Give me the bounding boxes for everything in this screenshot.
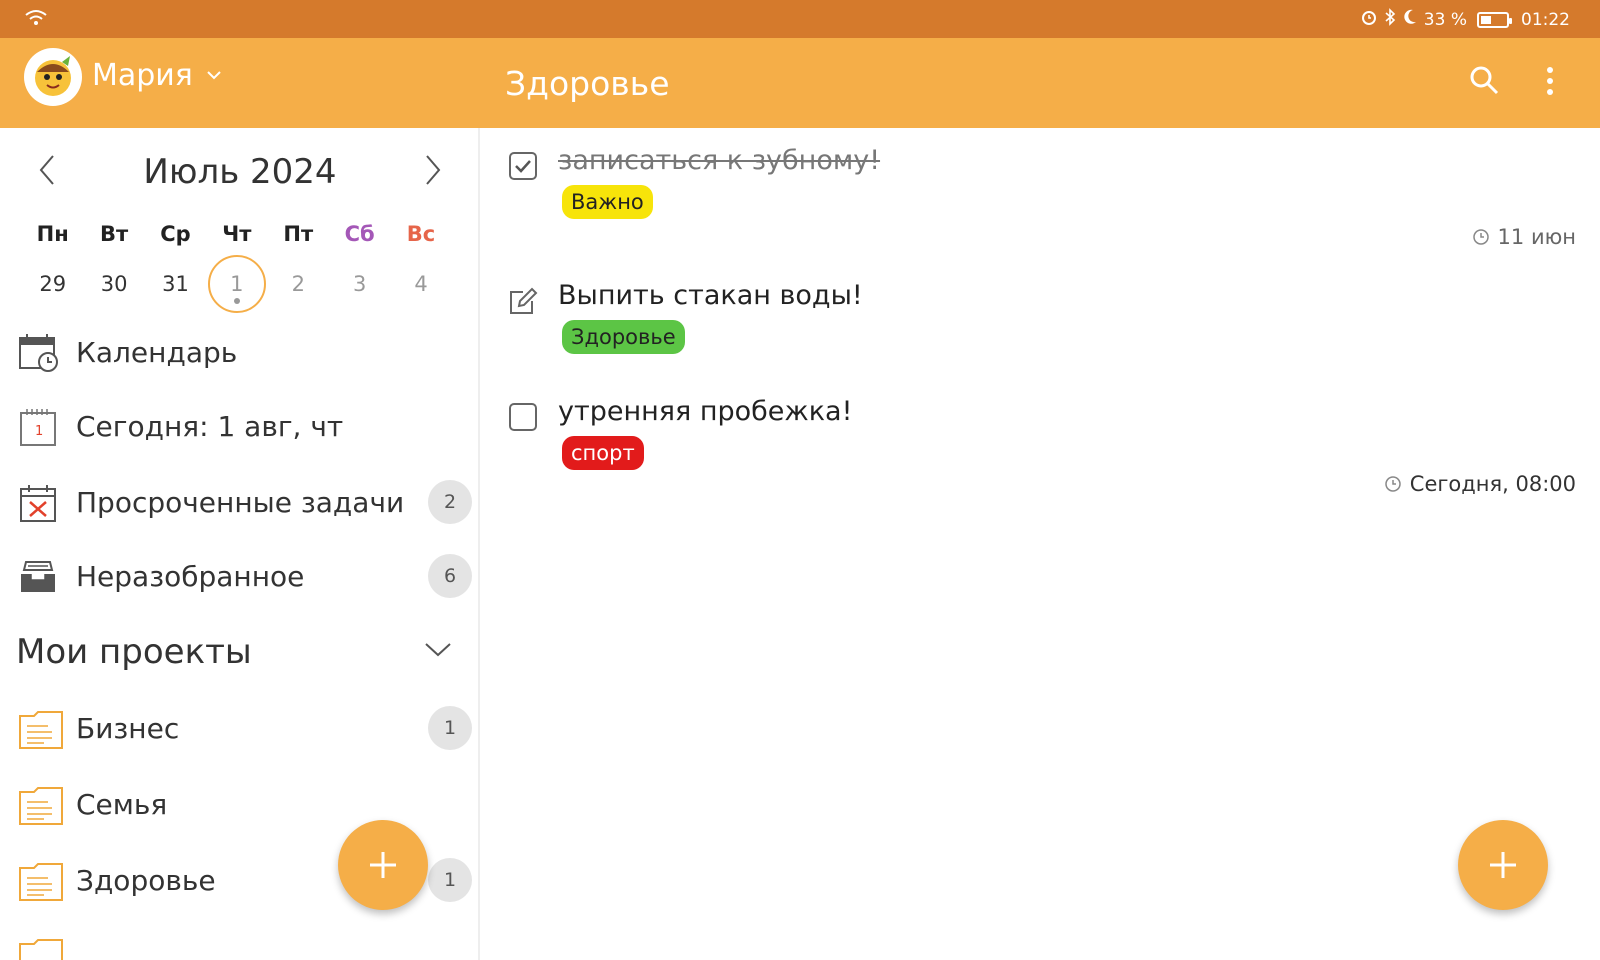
plus-icon (370, 852, 396, 878)
project-label: Бизнес (76, 712, 180, 745)
count-badge: 1 (428, 858, 472, 902)
task-date: Сегодня, 08:00 (1384, 472, 1576, 496)
task-date-text: Сегодня, 08:00 (1409, 472, 1576, 496)
calendar-day[interactable]: 29 (22, 268, 83, 308)
task-item[interactable]: записаться к зубному! Важно 11 июн (480, 145, 1600, 255)
task-title: Выпить стакан воды! (558, 280, 863, 311)
project-item-business[interactable]: Бизнес 1 (0, 696, 478, 766)
clock-icon (1385, 476, 1401, 492)
folder-icon (18, 860, 63, 902)
task-tag: спорт (562, 436, 644, 470)
calendar-header: Июль 2024 (0, 148, 478, 198)
count-badge: 1 (428, 706, 472, 750)
weekday-label: Ср (160, 222, 191, 246)
task-tag: Важно (562, 185, 653, 219)
alarm-icon (1360, 8, 1378, 31)
nav-item-label: Сегодня: 1 авг, чт (76, 410, 344, 443)
chevron-right-icon[interactable] (424, 154, 442, 190)
calendar-day[interactable]: 31 (145, 268, 206, 308)
task-item[interactable]: утренняя пробежка! спорт Сегодня, 08:00 (480, 396, 1600, 506)
page-title: Здоровье (505, 64, 670, 103)
bluetooth-icon (1384, 8, 1396, 31)
plus-icon (1490, 852, 1516, 878)
task-title: записаться к зубному! (558, 145, 881, 176)
add-task-button-sidebar[interactable] (338, 820, 428, 910)
folder-icon (18, 784, 63, 826)
task-item[interactable]: Выпить стакан воды! Здоровье (480, 280, 1600, 360)
nav-item-today[interactable]: 1 Сегодня: 1 авг, чт (0, 394, 478, 464)
status-bar: 33 % 01:22 (0, 0, 1600, 38)
user-name[interactable]: Мария (92, 58, 193, 93)
calendar-day-selected[interactable]: 1 (206, 255, 267, 313)
week-days-row: 29 30 31 1 2 3 4 (22, 255, 452, 313)
count-badge: 2 (428, 480, 472, 524)
battery-icon (1477, 11, 1512, 28)
moon-icon (1402, 8, 1418, 31)
project-label: Семья (76, 788, 168, 821)
task-date-text: 11 июн (1497, 225, 1576, 249)
add-task-button[interactable] (1458, 820, 1548, 910)
clock-time: 01:22 (1521, 9, 1570, 30)
nav-item-calendar[interactable]: Календарь (0, 320, 478, 390)
weekday-label: Вс (406, 222, 436, 246)
wifi-icon (24, 9, 48, 31)
calendar-month-title: Июль 2024 (143, 152, 337, 192)
weekday-label: Вт (99, 222, 129, 246)
checkbox-icon[interactable] (508, 402, 538, 436)
chevron-down-icon[interactable] (424, 642, 452, 662)
task-date: 11 июн (1472, 225, 1576, 249)
search-icon[interactable] (1468, 64, 1500, 100)
count-badge: 6 (428, 554, 472, 598)
projects-section-title[interactable]: Мои проекты (16, 632, 252, 672)
folder-icon (18, 936, 63, 960)
calendar-overdue-icon (18, 482, 60, 524)
nav-item-overdue[interactable]: Просроченные задачи 2 (0, 470, 478, 540)
task-title: утренняя пробежка! (558, 396, 853, 427)
weekday-row: Пн Вт Ср Чт Пт Сб Вс (22, 222, 452, 246)
sidebar: Июль 2024 Пн Вт Ср Чт Пт Сб Вс 29 30 31 … (0, 128, 480, 960)
chevron-down-icon[interactable] (206, 66, 222, 85)
avatar[interactable] (24, 48, 82, 106)
clock-icon (1472, 229, 1489, 245)
inbox-tray-icon (18, 556, 60, 598)
today-icon-number: 1 (35, 424, 44, 439)
calendar-clock-icon (18, 332, 60, 374)
app-bar: Мария Здоровье (0, 38, 1600, 128)
project-item-partial[interactable] (0, 924, 478, 960)
folder-icon (18, 708, 63, 750)
calendar-day[interactable]: 3 (329, 268, 390, 308)
calendar-day[interactable]: 30 (83, 268, 144, 308)
weekday-label: Пт (283, 222, 314, 246)
calendar-day[interactable]: 4 (390, 268, 451, 308)
checkbox-checked-icon[interactable] (508, 151, 538, 185)
more-options-icon[interactable] (1545, 66, 1555, 100)
nav-item-label: Календарь (76, 336, 238, 369)
weekday-label: Пн (36, 222, 69, 246)
nav-item-inbox[interactable]: Неразобранное 6 (0, 544, 478, 614)
battery-percent: 33 % (1423, 9, 1467, 30)
weekday-label: Чт (222, 222, 252, 246)
weekday-label: Сб (344, 222, 375, 246)
nav-item-label: Просроченные задачи (76, 486, 405, 519)
edit-note-icon[interactable] (508, 286, 538, 320)
nav-item-label: Неразобранное (76, 560, 305, 593)
task-tag: Здоровье (562, 320, 685, 354)
calendar-day[interactable]: 2 (268, 268, 329, 308)
project-label: Здоровье (76, 864, 216, 897)
